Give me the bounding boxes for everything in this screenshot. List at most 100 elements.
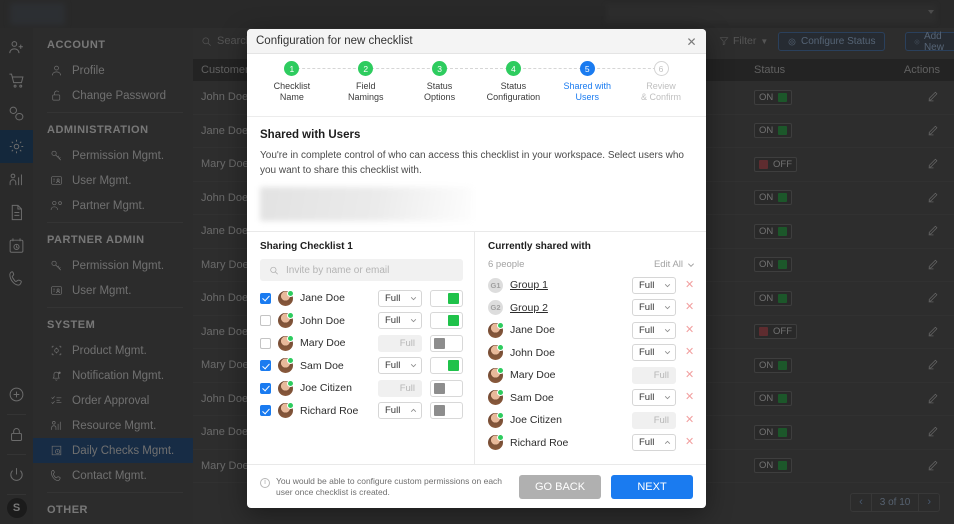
user-checkbox[interactable] <box>260 360 271 372</box>
analytics-icon[interactable] <box>0 163 33 196</box>
remove-icon[interactable]: ✕ <box>685 369 695 381</box>
sidebar-item-partner-mgmt[interactable]: Partner Mgmt. <box>33 193 193 218</box>
edit-icon[interactable] <box>927 92 940 105</box>
calendar-clock-icon[interactable] <box>0 229 33 262</box>
list-item[interactable]: Mary Doe Full <box>260 332 463 355</box>
list-item[interactable]: G2 Group 2 Full ✕ <box>488 297 695 320</box>
user-checkbox[interactable] <box>260 292 271 304</box>
group-name[interactable]: Group 2 <box>510 302 632 314</box>
permission-select[interactable]: Full <box>632 434 676 452</box>
go-back-button[interactable]: GO BACK <box>519 474 601 499</box>
sidebar-item-permission-mgmt[interactable]: Permission Mgmt. <box>33 143 193 168</box>
list-item[interactable]: Mary Doe Full ✕ <box>488 364 695 387</box>
step-4[interactable]: 4 Status Configuration <box>476 61 588 116</box>
list-item[interactable]: Sam Doe Full <box>260 355 463 378</box>
remove-icon[interactable]: ✕ <box>685 414 695 426</box>
step-5[interactable]: 5 Shared with Users <box>550 61 662 116</box>
list-item[interactable]: John Doe Full ✕ <box>488 342 695 365</box>
status-badge[interactable]: ON <box>754 123 793 139</box>
close-icon[interactable]: ✕ <box>684 34 699 49</box>
sidebar-item-resource-mgmt[interactable]: Resource Mgmt. <box>33 413 193 438</box>
lock-icon[interactable] <box>0 418 33 451</box>
permission-select[interactable]: Full <box>378 402 422 420</box>
sidebar-item-product-mgmt[interactable]: Product Mgmt. <box>33 338 193 363</box>
permission-select[interactable]: Full <box>378 357 422 375</box>
plus-circle-icon[interactable] <box>0 378 33 411</box>
permission-select[interactable]: Full <box>632 321 676 339</box>
remove-icon[interactable]: ✕ <box>685 279 695 291</box>
power-icon[interactable] <box>0 458 33 491</box>
edit-icon[interactable] <box>927 293 940 306</box>
remove-icon[interactable]: ✕ <box>685 392 695 403</box>
status-badge[interactable]: ON <box>754 424 793 440</box>
status-badge[interactable]: ON <box>754 357 793 373</box>
permission-select[interactable]: Full <box>632 276 676 294</box>
sidebar-item-notification-mgmt[interactable]: Notification Mgmt. <box>33 363 193 388</box>
step-2[interactable]: 2 Field Namings <box>329 61 440 116</box>
remove-icon[interactable]: ✕ <box>685 347 695 358</box>
invite-input-wrap[interactable] <box>260 259 463 281</box>
remove-icon[interactable]: ✕ <box>685 302 695 313</box>
avatar[interactable]: S <box>6 498 27 518</box>
permission-select[interactable]: Full <box>632 299 676 317</box>
phone-icon[interactable] <box>0 262 33 295</box>
remove-icon[interactable]: ✕ <box>685 324 695 336</box>
chevron-down-icon[interactable] <box>928 10 934 14</box>
sidebar-item-order-approval[interactable]: Order Approval <box>33 388 193 413</box>
permission-select[interactable]: Full <box>632 389 676 407</box>
add-new-button[interactable]: Add New <box>905 31 954 53</box>
global-search-input[interactable] <box>606 5 936 23</box>
permission-select[interactable]: Full <box>632 344 676 362</box>
status-badge[interactable]: ON <box>754 257 793 273</box>
user-checkbox[interactable] <box>260 382 271 394</box>
pill-icon[interactable] <box>0 97 33 130</box>
user-checkbox[interactable] <box>260 315 271 327</box>
gear-icon[interactable] <box>0 130 33 163</box>
invite-input[interactable] <box>285 264 454 276</box>
step-1[interactable]: 1 Checklist Name <box>255 61 366 116</box>
edit-icon[interactable] <box>927 192 940 206</box>
list-item[interactable]: G1 Group 1 Full ✕ <box>488 274 695 297</box>
next-page-button[interactable]: › <box>919 494 939 511</box>
status-badge[interactable]: ON <box>754 391 793 407</box>
permission-select[interactable]: Full <box>378 289 422 307</box>
edit-all-button[interactable]: Edit All <box>654 259 695 270</box>
sidebar-item-profile[interactable]: Profile <box>33 58 193 83</box>
edit-icon[interactable] <box>927 226 940 239</box>
status-badge[interactable]: ON <box>754 223 793 239</box>
list-item[interactable]: Richard Roe Full ✕ <box>488 432 695 455</box>
edit-icon[interactable] <box>927 460 940 474</box>
status-badge[interactable]: OFF <box>754 324 797 340</box>
list-item[interactable]: John Doe Full <box>260 310 463 333</box>
step-3[interactable]: 3 Status Options <box>403 61 514 116</box>
list-item[interactable]: Jane Doe Full <box>260 287 463 310</box>
share-toggle[interactable] <box>430 289 463 307</box>
share-toggle[interactable] <box>430 357 463 375</box>
step-6[interactable]: 6 Review & Confirm <box>624 61 698 116</box>
sidebar-item-permission-mgmt[interactable]: Permission Mgmt. <box>33 253 193 278</box>
filter-button[interactable]: Filter ▼ <box>719 35 768 47</box>
group-name[interactable]: Group 1 <box>510 279 632 291</box>
add-user-icon[interactable] <box>0 31 33 64</box>
status-badge[interactable]: ON <box>754 290 793 306</box>
status-badge[interactable]: ON <box>754 190 793 206</box>
cart-icon[interactable] <box>0 64 33 97</box>
search-input[interactable]: Search <box>201 35 252 47</box>
prev-page-button[interactable]: ‹ <box>851 494 871 511</box>
list-item[interactable]: Joe Citizen Full ✕ <box>488 409 695 432</box>
configure-status-button[interactable]: Configure Status <box>778 32 885 51</box>
edit-icon[interactable] <box>927 393 940 407</box>
share-toggle[interactable] <box>430 379 463 397</box>
sidebar-item-change-password[interactable]: Change Password <box>33 83 193 108</box>
document-icon[interactable] <box>0 196 33 229</box>
edit-icon[interactable] <box>927 159 940 172</box>
sidebar-item-user-mgmt[interactable]: User Mgmt. <box>33 168 193 193</box>
remove-icon[interactable]: ✕ <box>685 437 695 448</box>
user-checkbox[interactable] <box>260 337 271 349</box>
permission-select[interactable]: Full <box>378 312 422 330</box>
status-badge[interactable]: OFF <box>754 156 797 172</box>
edit-icon[interactable] <box>927 427 940 440</box>
user-checkbox[interactable] <box>260 405 271 417</box>
list-item[interactable]: Jane Doe Full ✕ <box>488 319 695 342</box>
status-badge[interactable]: ON <box>754 89 793 105</box>
